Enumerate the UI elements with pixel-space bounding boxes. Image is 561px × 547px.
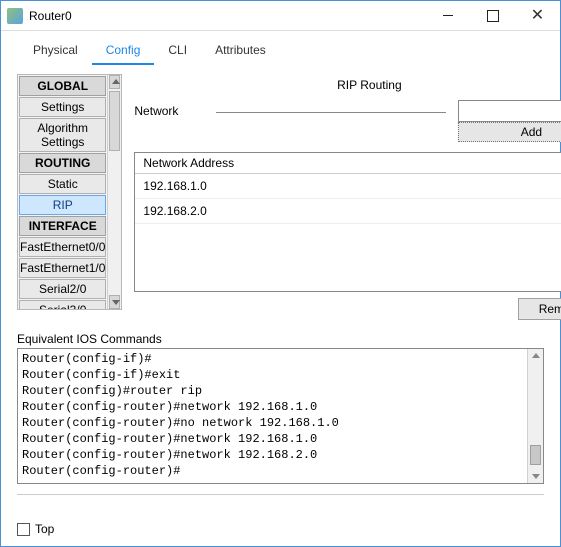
scroll-down-icon[interactable] (530, 469, 541, 483)
sidebar-scrollbar[interactable] (107, 75, 121, 309)
top-checkbox[interactable] (17, 523, 30, 536)
divider (17, 494, 544, 495)
network-input[interactable] (458, 100, 561, 122)
network-list-item[interactable]: 192.168.2.0 (135, 199, 561, 224)
remove-button[interactable]: Remove (518, 298, 561, 320)
sidebar-item-settings[interactable]: Settings (19, 97, 106, 117)
scroll-down-icon[interactable] (109, 295, 120, 309)
tab-physical[interactable]: Physical (19, 39, 92, 65)
sidebar-item-fe10[interactable]: FastEthernet1/0 (19, 258, 106, 278)
ios-label: Equivalent IOS Commands (17, 332, 544, 346)
window-title: Router0 (29, 9, 80, 23)
tab-cli[interactable]: CLI (154, 39, 201, 65)
sidebar: GLOBAL Settings Algorithm Settings ROUTI… (17, 74, 122, 310)
ios-scrollbar[interactable] (527, 349, 543, 483)
rip-title: RIP Routing (134, 78, 561, 92)
tab-config[interactable]: Config (92, 39, 155, 65)
scroll-up-icon[interactable] (530, 349, 541, 363)
sidebar-item-static[interactable]: Static (19, 174, 106, 194)
sidebar-item-s20[interactable]: Serial2/0 (19, 279, 106, 299)
scroll-up-icon[interactable] (109, 75, 120, 89)
network-underline (216, 112, 446, 113)
tab-attributes[interactable]: Attributes (201, 39, 280, 65)
network-list-header: Network Address (135, 153, 561, 174)
sidebar-item-rip[interactable]: RIP (19, 195, 106, 215)
ios-section: Equivalent IOS Commands Router(config-if… (1, 324, 560, 484)
network-list[interactable]: Network Address 192.168.1.0 192.168.2.0 (134, 152, 561, 292)
ios-output[interactable]: Router(config-if)# Router(config-if)#exi… (18, 349, 527, 483)
close-button[interactable]: ✕ (515, 1, 560, 31)
top-checkbox-label: Top (35, 522, 54, 536)
content-area: GLOBAL Settings Algorithm Settings ROUTI… (1, 66, 560, 320)
sidebar-item-algorithm-settings[interactable]: Algorithm Settings (19, 118, 106, 152)
app-icon (7, 8, 23, 24)
tab-bar: Physical Config CLI Attributes (1, 31, 560, 66)
sidebar-header-interface: INTERFACE (19, 216, 106, 236)
sidebar-item-s30[interactable]: Serial3/0 (19, 300, 106, 309)
network-label: Network (134, 104, 204, 118)
network-list-item[interactable]: 192.168.1.0 (135, 174, 561, 199)
minimize-button[interactable] (425, 1, 470, 31)
rip-panel: RIP Routing Network Add Network Address … (134, 74, 561, 320)
sidebar-header-global: GLOBAL (19, 76, 106, 96)
sidebar-header-routing: ROUTING (19, 153, 106, 173)
ios-box: Router(config-if)# Router(config-if)#exi… (17, 348, 544, 484)
sidebar-item-fe00[interactable]: FastEthernet0/0 (19, 237, 106, 257)
add-button[interactable]: Add (458, 122, 561, 142)
title-bar: Router0 ✕ (1, 1, 560, 31)
scroll-thumb[interactable] (109, 91, 120, 151)
footer: Top (17, 522, 54, 536)
scroll-thumb[interactable] (530, 445, 541, 465)
maximize-button[interactable] (470, 1, 515, 31)
